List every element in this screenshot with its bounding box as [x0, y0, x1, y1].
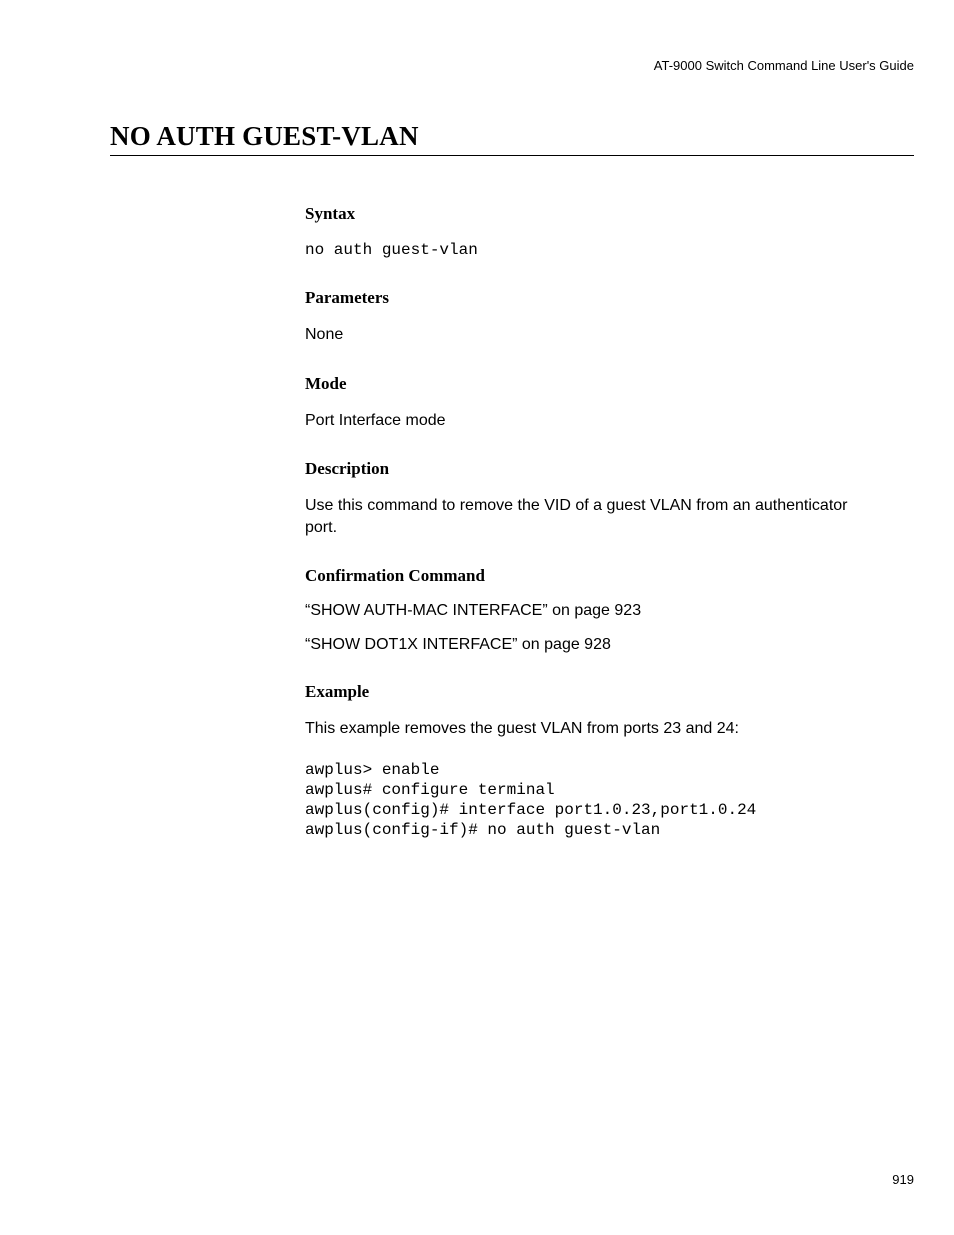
confirmation-link-2: “SHOW DOT1X INTERFACE” on page 928 [305, 636, 864, 654]
parameters-text: None [305, 324, 864, 346]
heading-syntax: Syntax [305, 204, 864, 224]
example-intro: This example removes the guest VLAN from… [305, 718, 864, 740]
section-confirmation: Confirmation Command “SHOW AUTH-MAC INTE… [305, 566, 864, 654]
heading-example: Example [305, 682, 864, 702]
section-mode: Mode Port Interface mode [305, 374, 864, 432]
heading-mode: Mode [305, 374, 864, 394]
description-text: Use this command to remove the VID of a … [305, 495, 864, 538]
section-parameters: Parameters None [305, 288, 864, 346]
example-code: awplus> enable awplus# configure termina… [305, 760, 864, 840]
heading-description: Description [305, 459, 864, 479]
page-number: 919 [892, 1172, 914, 1187]
mode-text: Port Interface mode [305, 410, 864, 432]
section-description: Description Use this command to remove t… [305, 459, 864, 538]
content-area: Syntax no auth guest-vlan Parameters Non… [110, 204, 914, 840]
heading-confirmation: Confirmation Command [305, 566, 864, 586]
section-syntax: Syntax no auth guest-vlan [305, 204, 864, 260]
title-rule [110, 155, 914, 156]
heading-parameters: Parameters [305, 288, 864, 308]
page-title: NO AUTH GUEST-VLAN [110, 121, 914, 152]
confirmation-link-1: “SHOW AUTH-MAC INTERFACE” on page 923 [305, 602, 864, 620]
section-example: Example This example removes the guest V… [305, 682, 864, 840]
syntax-code: no auth guest-vlan [305, 240, 864, 260]
header-guide-title: AT-9000 Switch Command Line User's Guide [110, 58, 914, 73]
